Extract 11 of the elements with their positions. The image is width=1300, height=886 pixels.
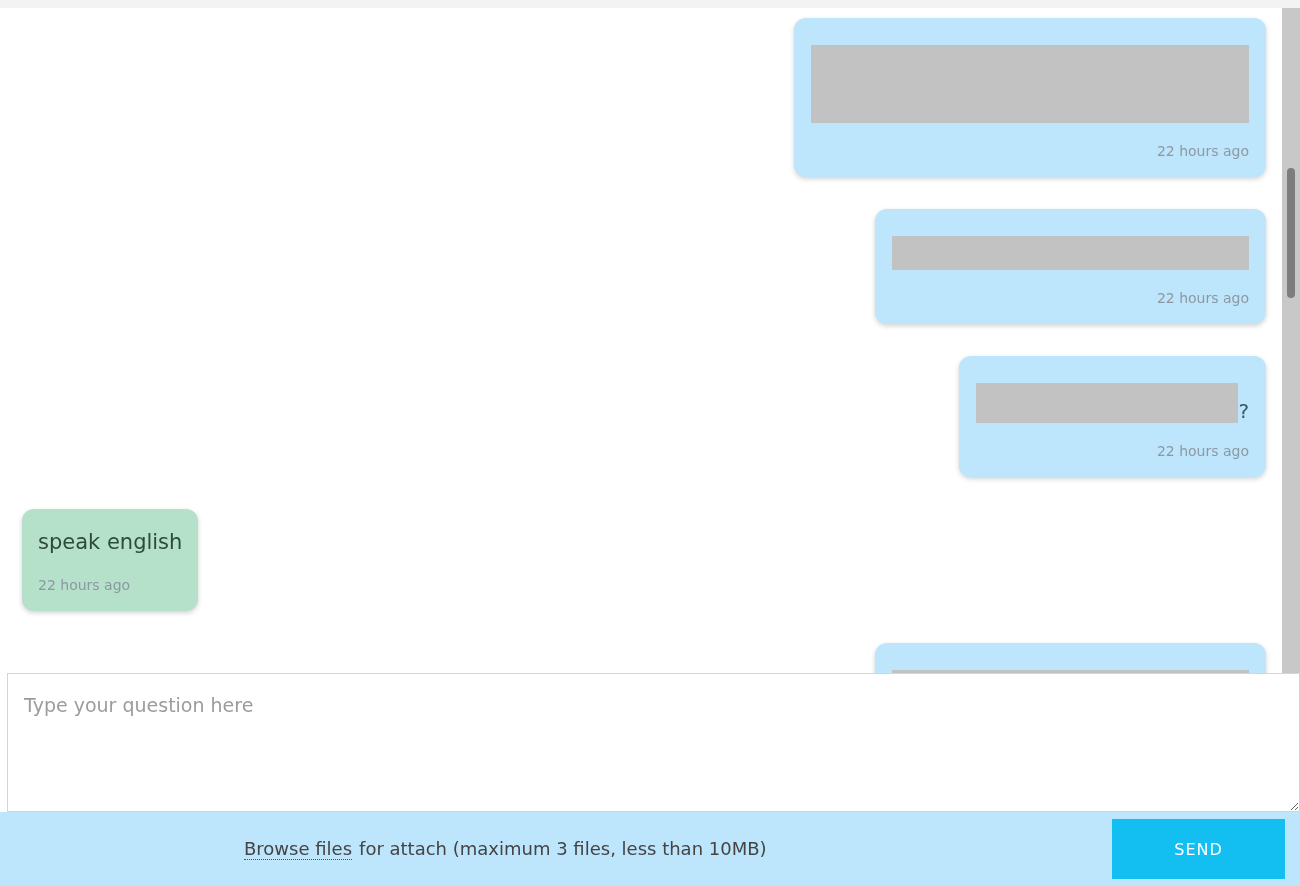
message-text: speak english (38, 529, 183, 555)
scrollbar[interactable] (1282, 8, 1300, 673)
message-time: 22 hours ago (38, 577, 131, 593)
message-time: 22 hours ago (1156, 143, 1249, 159)
message-time: 22 hours ago (1156, 443, 1249, 459)
message-text: ? (1238, 399, 1249, 423)
message-time: 22 hours ago (1156, 290, 1249, 306)
scrollbar-thumb[interactable] (1287, 168, 1295, 298)
attach-note: for attach (maximum 3 files, less than 10MB) (359, 838, 767, 860)
browse-files-link[interactable]: Browse files (244, 838, 353, 860)
question-field[interactable]: Type your question here (7, 673, 1300, 812)
